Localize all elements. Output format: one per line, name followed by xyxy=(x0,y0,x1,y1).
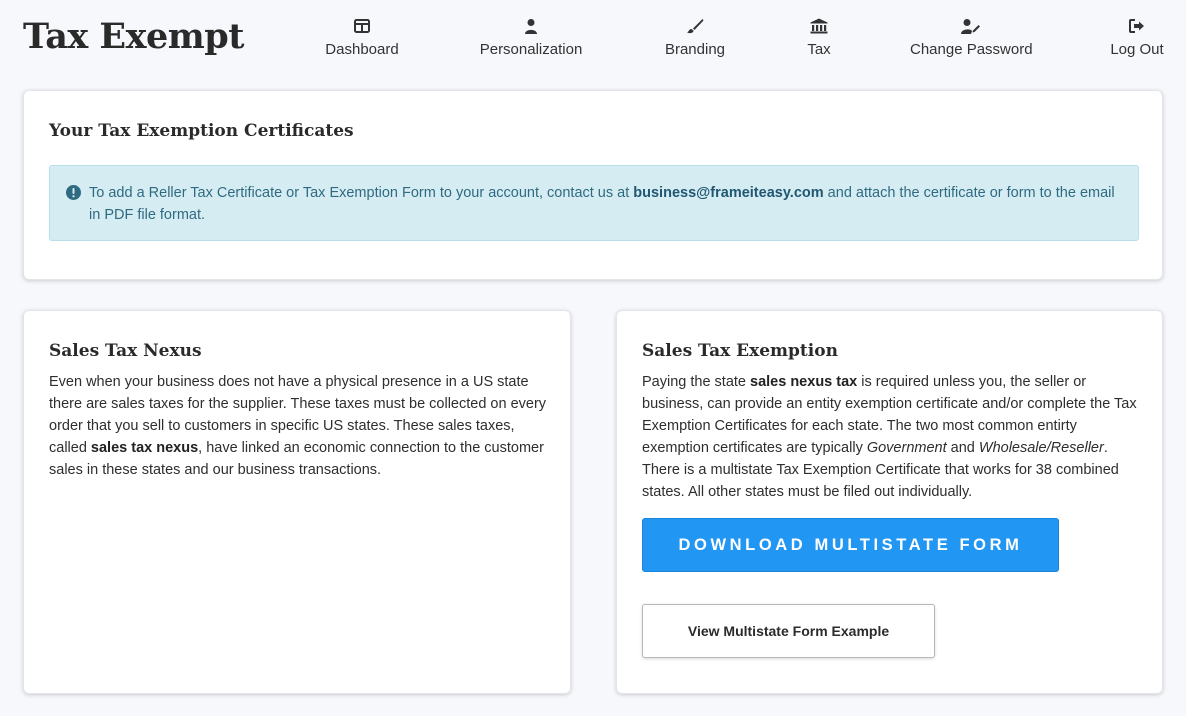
info-alert: To add a Reller Tax Certificate or Tax E… xyxy=(49,165,1139,241)
exemption-text-3: and xyxy=(946,440,979,456)
alert-text-before: To add a Reller Tax Certificate or Tax E… xyxy=(89,185,634,201)
exemption-card: Sales Tax Exemption Paying the state sal… xyxy=(616,310,1163,694)
nexus-bold-term: sales tax nexus xyxy=(90,440,199,456)
brush-icon xyxy=(663,18,727,38)
view-multistate-form-example-button[interactable]: View Multistate Form Example xyxy=(642,604,935,658)
exemption-bold-term: sales nexus tax xyxy=(750,374,858,390)
nexus-card: Sales Tax Nexus Even when your business … xyxy=(23,310,571,694)
exemption-italic-wholesale: Wholesale/Reseller xyxy=(978,440,1104,456)
nav-log-out[interactable]: Log Out xyxy=(1108,18,1166,59)
dashboard-icon xyxy=(325,18,399,38)
nav-tax[interactable]: Tax xyxy=(805,18,833,59)
bank-icon xyxy=(805,18,833,38)
nav-branding-label: Branding xyxy=(664,41,726,58)
nexus-title: Sales Tax Nexus xyxy=(49,341,202,361)
user-edit-icon xyxy=(910,18,1031,38)
nav-branding[interactable]: Branding xyxy=(663,18,727,59)
certificates-card: Your Tax Exemption Certificates To add a… xyxy=(23,90,1163,280)
exemption-italic-government: Government xyxy=(866,440,947,456)
logout-icon xyxy=(1108,18,1166,38)
certificates-title: Your Tax Exemption Certificates xyxy=(49,121,354,141)
nav-change-password-label: Change Password xyxy=(910,41,1033,58)
nav-change-password[interactable]: Change Password xyxy=(910,18,1033,59)
nexus-paragraph: Even when your business does not have a … xyxy=(49,371,549,481)
contact-email[interactable]: business@frameiteasy.com xyxy=(633,185,823,201)
top-navigation: Tax Exempt Dashboard Personalization Bra… xyxy=(0,0,1186,80)
user-icon xyxy=(479,18,583,38)
nav-personalization[interactable]: Personalization xyxy=(479,18,583,59)
nav-dashboard[interactable]: Dashboard xyxy=(325,18,399,59)
exemption-text-1: Paying the state xyxy=(642,374,751,390)
page-title: Tax Exempt xyxy=(23,16,244,57)
download-multistate-form-button[interactable]: DOWNLOAD MULTISTATE FORM xyxy=(642,518,1059,572)
exclamation-circle-icon xyxy=(66,185,81,207)
nav-personalization-label: Personalization xyxy=(479,41,583,58)
exemption-title: Sales Tax Exemption xyxy=(642,341,838,361)
nav-log-out-label: Log Out xyxy=(1110,41,1164,58)
exemption-paragraph: Paying the state sales nexus tax is requ… xyxy=(642,371,1142,503)
nav-tax-label: Tax xyxy=(807,41,831,58)
nav-dashboard-label: Dashboard xyxy=(325,41,399,58)
